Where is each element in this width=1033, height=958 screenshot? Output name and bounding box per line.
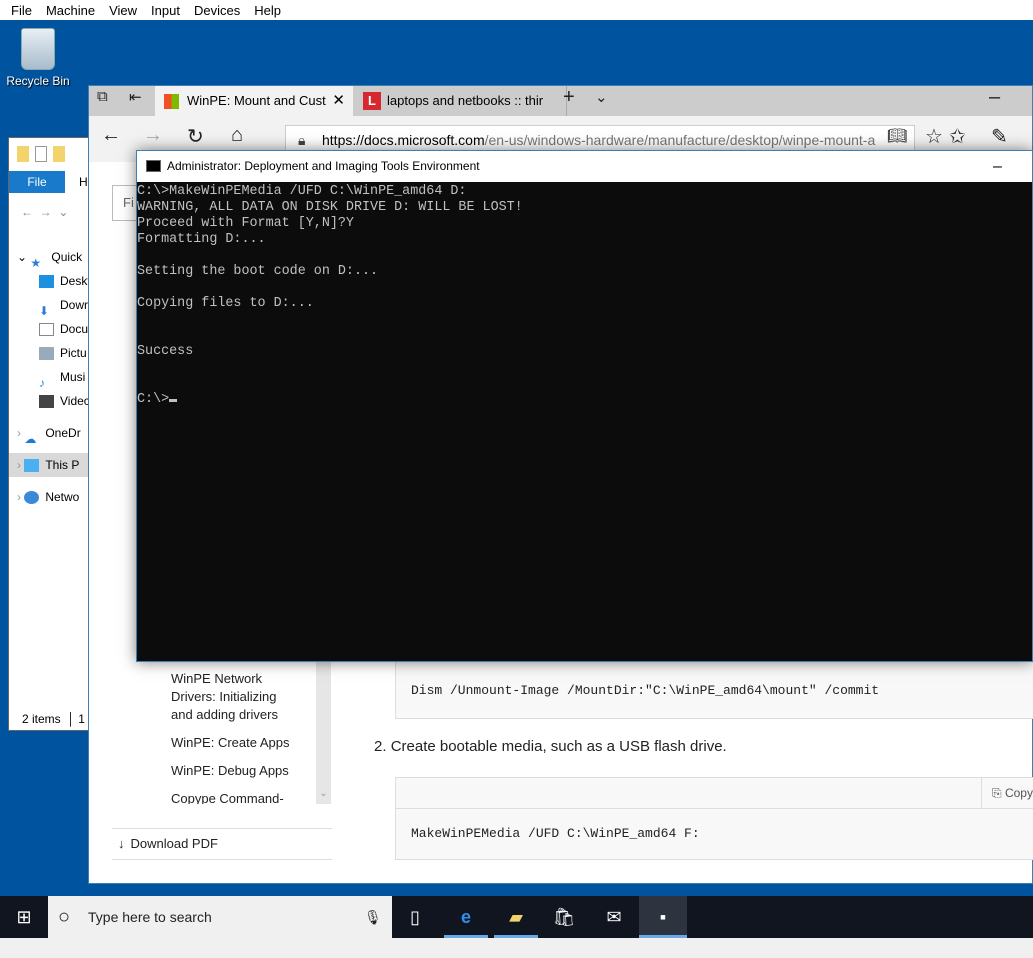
download-pdf-link[interactable]: ↓ Download PDF bbox=[112, 828, 332, 860]
recycle-bin-icon bbox=[21, 28, 55, 70]
file-explorer-taskbar-icon[interactable]: ▰ bbox=[494, 896, 538, 938]
cmd-icon bbox=[146, 160, 161, 172]
toc-item-copype[interactable]: Copype Command- bbox=[171, 790, 284, 804]
edge-taskbar-icon[interactable]: e bbox=[444, 896, 488, 938]
menu-help[interactable]: Help bbox=[247, 3, 288, 18]
onedrive-icon: ☁ bbox=[24, 432, 37, 445]
star-icon: ★ bbox=[30, 256, 42, 269]
tab-bar: ⧉ ⇤ WinPE: Mount and Cust ✕ L laptops an… bbox=[89, 86, 1032, 116]
favorites-hub-icon[interactable]: ✩ bbox=[949, 124, 966, 149]
home-tab[interactable]: H bbox=[79, 175, 88, 189]
store-taskbar-icon[interactable]: 🛍︎ bbox=[542, 896, 586, 938]
new-folder-icon[interactable] bbox=[53, 146, 65, 162]
menu-devices[interactable]: Devices bbox=[187, 3, 247, 18]
menu-machine[interactable]: Machine bbox=[39, 3, 102, 18]
command-prompt-window[interactable]: Administrator: Deployment and Imaging To… bbox=[136, 150, 1033, 662]
tab-preview-icon[interactable]: ⧉ bbox=[97, 88, 108, 105]
status-bar: 2 items │ 1 bbox=[22, 712, 85, 726]
web-note-icon[interactable]: ✎ bbox=[991, 124, 1008, 149]
toc-item-network-drivers[interactable]: WinPE Network Drivers: Initializing and … bbox=[171, 670, 301, 724]
music-icon: ♪ bbox=[39, 376, 45, 389]
microsoft-logo-icon bbox=[164, 94, 179, 109]
download-icon: ⬇ bbox=[39, 304, 50, 317]
forward-icon[interactable]: → bbox=[143, 124, 163, 147]
toc-item-debug-apps[interactable]: WinPE: Debug Apps bbox=[171, 762, 289, 780]
vm-menubar: File Machine View Input Devices Help bbox=[0, 0, 1033, 20]
home-icon[interactable]: ⌂ bbox=[231, 124, 243, 147]
folder-icon[interactable] bbox=[17, 146, 29, 162]
menu-input[interactable]: Input bbox=[144, 3, 187, 18]
cmd-output[interactable]: C:\>MakeWinPEMedia /UFD C:\WinPE_amd64 D… bbox=[137, 182, 1032, 408]
desktop-icon bbox=[39, 275, 54, 289]
code-block-dism: Dism /Unmount-Image /MountDir:"C:\WinPE_… bbox=[395, 662, 1033, 719]
minimize-icon[interactable]: – bbox=[993, 151, 1002, 182]
video-icon bbox=[39, 395, 54, 409]
reading-view-icon[interactable]: 📖︎ bbox=[887, 126, 907, 146]
mail-taskbar-icon[interactable]: ✉ bbox=[592, 896, 636, 938]
start-windows-icon[interactable]: ⊞ bbox=[2, 896, 46, 938]
recycle-bin[interactable]: Recycle Bin bbox=[6, 28, 70, 88]
site-favicon-icon: L bbox=[363, 92, 381, 110]
microphone-icon[interactable]: 🎙︎ bbox=[364, 896, 382, 938]
network-icon bbox=[24, 491, 40, 505]
close-tab-icon[interactable]: ✕ bbox=[332, 86, 345, 116]
document-icon bbox=[39, 323, 54, 337]
tab-list-chevron-icon[interactable]: ⌄ bbox=[595, 88, 608, 106]
search-circle-icon: ○ bbox=[58, 906, 71, 928]
copy-button[interactable]: ⎘ Copy bbox=[981, 778, 1033, 808]
step-2-text: 2. Create bootable media, such as a USB … bbox=[374, 738, 727, 755]
cursor bbox=[169, 399, 178, 402]
file-tab[interactable]: File bbox=[9, 171, 65, 193]
vm-status-bar bbox=[0, 938, 1033, 958]
computer-icon bbox=[24, 459, 40, 473]
menu-file[interactable]: File bbox=[4, 3, 39, 18]
tab-laptops[interactable]: L laptops and netbooks :: thir bbox=[355, 86, 567, 116]
minimize-icon[interactable]: – bbox=[989, 86, 1000, 109]
pictures-icon bbox=[39, 347, 54, 361]
toc-scrollbar[interactable]: ⌄ bbox=[316, 662, 331, 804]
task-view-icon[interactable]: ▯ bbox=[393, 896, 437, 938]
favorite-star-icon[interactable]: ☆ bbox=[925, 124, 943, 149]
code-block-makewinpemedia: MakeWinPEMedia /UFD C:\WinPE_amd64 F: bbox=[395, 808, 1033, 860]
back-icon[interactable]: ← bbox=[101, 124, 121, 147]
tab-winpe[interactable]: WinPE: Mount and Cust ✕ bbox=[155, 86, 353, 116]
properties-icon[interactable] bbox=[35, 146, 47, 162]
set-aside-tabs-icon[interactable]: ⇤ bbox=[129, 88, 142, 106]
menu-view[interactable]: View bbox=[102, 3, 144, 18]
new-tab-icon[interactable]: + bbox=[563, 86, 575, 109]
download-arrow-icon: ↓ bbox=[118, 836, 125, 851]
refresh-icon[interactable]: ↻ bbox=[187, 124, 204, 149]
copy-icon: ⎘ bbox=[992, 786, 1002, 800]
code-block-header: ⎘ Copy bbox=[395, 777, 1033, 809]
cmd-title-bar: Administrator: Deployment and Imaging To… bbox=[137, 151, 1032, 182]
recycle-bin-label: Recycle Bin bbox=[6, 74, 70, 88]
toc-item-create-apps[interactable]: WinPE: Create Apps bbox=[171, 734, 290, 752]
taskbar: ⊞ ○ Type here to search 🎙︎ ▯ e ▰ 🛍︎ ✉ ▪ bbox=[0, 896, 1033, 938]
cmd-taskbar-icon[interactable]: ▪ bbox=[639, 896, 687, 938]
taskbar-search-box[interactable]: ○ Type here to search 🎙︎ bbox=[48, 896, 392, 938]
